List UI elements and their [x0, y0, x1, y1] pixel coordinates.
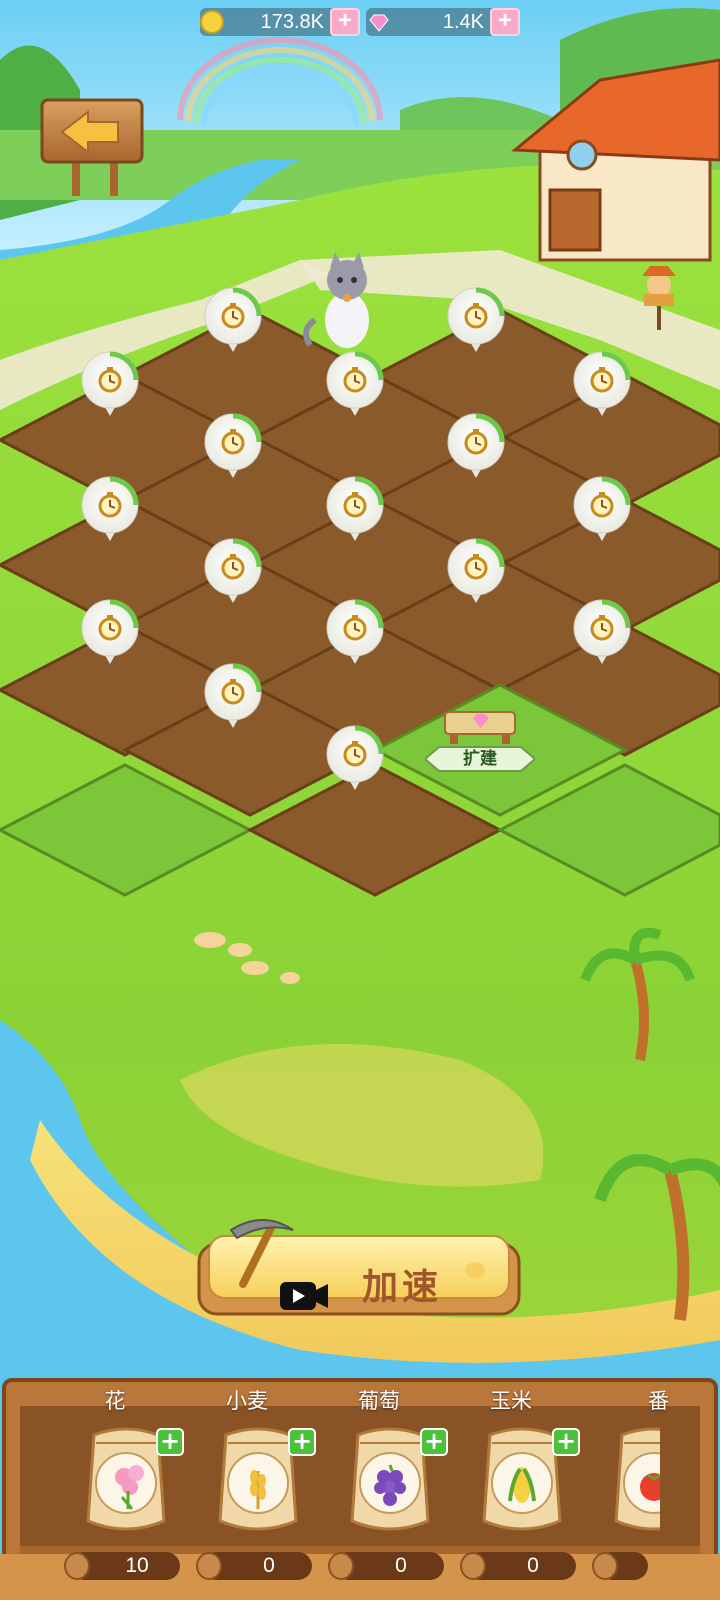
speed-up-label: 加速	[362, 1267, 443, 1308]
growth-timer[interactable]	[446, 412, 506, 478]
seed-name: 小麦	[226, 1389, 268, 1413]
growth-timer[interactable]	[325, 350, 385, 416]
growth-timer[interactable]	[80, 598, 140, 664]
growth-timer[interactable]	[325, 598, 385, 664]
seed-count: 0	[527, 1554, 539, 1577]
growth-timer[interactable]	[203, 286, 263, 352]
growth-timer[interactable]	[572, 350, 632, 416]
seed-icon	[592, 1552, 618, 1580]
add-coins-button[interactable]: +	[330, 8, 360, 36]
growth-timer[interactable]	[572, 598, 632, 664]
video-ad-icon	[280, 1278, 330, 1314]
seed-name: 番	[648, 1389, 669, 1413]
add-seed-button[interactable]: +	[288, 1428, 316, 1456]
seed-icon	[460, 1552, 486, 1580]
seed-icon	[328, 1552, 354, 1580]
add-seed-button[interactable]: +	[552, 1428, 580, 1456]
growth-timer[interactable]	[203, 537, 263, 603]
gem-amount: 1.4K	[442, 11, 484, 33]
coin-amount: 173.8K	[260, 11, 324, 33]
seed-name: 花	[104, 1389, 126, 1413]
add-gems-button[interactable]: +	[490, 8, 520, 36]
seed-count: 10	[125, 1554, 149, 1577]
growth-timer[interactable]	[80, 475, 140, 541]
add-seed-button[interactable]: +	[156, 1428, 184, 1456]
growth-timer[interactable]	[80, 350, 140, 416]
growth-timer[interactable]	[446, 537, 506, 603]
add-seed-button[interactable]: +	[420, 1428, 448, 1456]
seed-count-pill	[592, 1552, 648, 1580]
coin-icon	[200, 10, 224, 34]
expand-label: 扩建	[463, 749, 497, 769]
farm-scene	[0, 0, 720, 1600]
seed-icon	[196, 1552, 222, 1580]
seed-count: 0	[395, 1554, 407, 1577]
growth-timer[interactable]	[572, 475, 632, 541]
seed-icon	[64, 1552, 90, 1580]
coin-counter: 173.8K +	[200, 8, 360, 36]
gem-counter: 1.4K +	[366, 8, 520, 36]
growth-timer[interactable]	[203, 412, 263, 478]
growth-timer[interactable]	[325, 724, 385, 790]
seed-name: 玉米	[490, 1389, 532, 1413]
growth-timer[interactable]	[325, 475, 385, 541]
growth-timer[interactable]	[203, 662, 263, 728]
growth-timer[interactable]	[446, 286, 506, 352]
seed-count: 0	[263, 1554, 275, 1577]
seed-name: 葡萄	[358, 1389, 400, 1413]
gem-icon	[368, 12, 390, 32]
